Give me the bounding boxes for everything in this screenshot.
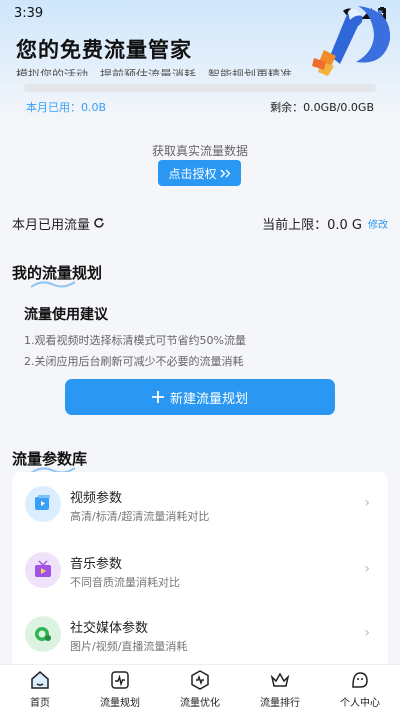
music-tv-icon: [25, 552, 61, 588]
tab-traffic-ranking[interactable]: 流量排行: [240, 665, 320, 712]
edit-limit-link[interactable]: 修改: [368, 216, 388, 231]
advice-title: 流量使用建议: [24, 307, 108, 323]
authorize-button-label: 点击授权: [168, 166, 217, 181]
new-plan-button[interactable]: 新建流量规划: [65, 379, 335, 415]
tab-home[interactable]: 首页: [0, 665, 80, 712]
monthly-limit: 当前上限：0.0 G 修改: [262, 214, 388, 233]
usage-summary: 本月已用：0.0B 剩余：0.0GB/0.0GB: [12, 78, 388, 118]
tab-label: 流量优化: [180, 697, 220, 709]
advice-line: 2.关闭应用后台刷新可减少不必要的流量消耗: [24, 355, 244, 368]
auth-label: 获取真实流量数据: [151, 144, 248, 158]
chevron-right-icon: ›: [364, 495, 370, 511]
chevron-right-icon: ›: [364, 561, 370, 577]
tab-label: 流量排行: [260, 697, 300, 709]
tab-label: 个人中心: [340, 697, 380, 709]
remaining-amount: 剩余：0.0GB/0.0GB: [270, 101, 374, 114]
list-item-social-params[interactable]: 社交媒体参数 图片/视频/直播流量消耗 ›: [12, 602, 388, 666]
hero-title: 您的免费流量管家: [16, 38, 192, 62]
title-wave-decoration: [30, 281, 76, 288]
list-item-desc: 不同音质流量消耗对比: [70, 576, 180, 589]
new-plan-button-label: 新建流量规划: [169, 391, 248, 407]
refresh-icon[interactable]: [93, 217, 105, 229]
hero-ticker: 模拟您的活动，提前预估流量消耗，智能规划更精准: [16, 68, 293, 76]
home-icon: [31, 670, 49, 689]
tab-label: 首页: [30, 697, 50, 709]
tab-label: 流量规划: [100, 697, 140, 709]
advice-line: 1.观看视频时选择标清模式可节省约50%流量: [24, 334, 246, 347]
list-item-desc: 图片/视频/直播流量消耗: [70, 640, 188, 653]
person-icon: [352, 671, 368, 688]
chevron-right-icon: ›: [364, 625, 370, 641]
tab-traffic-optimize[interactable]: 流量优化: [160, 665, 240, 712]
advice-card: 流量使用建议 1.观看视频时选择标清模式可节省约50%流量 2.关闭应用后台刷新…: [12, 292, 388, 442]
auth-section: 获取真实流量数据 点击授权: [12, 132, 388, 252]
monthly-used: 本月已用流量: [12, 214, 105, 233]
monthly-limit-label: 当前上限：0.0 G: [262, 217, 362, 233]
authorize-button[interactable]: 点击授权: [158, 160, 241, 186]
tab-profile[interactable]: 个人中心: [320, 665, 400, 712]
list-item-title: 社交媒体参数: [70, 621, 149, 636]
chart-icon: [111, 670, 129, 689]
tab-traffic-plan[interactable]: 流量规划: [80, 665, 160, 712]
gauge-icon: [191, 669, 209, 690]
video-icon: [25, 486, 61, 522]
plus-icon: [151, 391, 164, 403]
used-amount: 本月已用：0.0B: [26, 101, 107, 114]
double-chevron-icon: [220, 169, 230, 177]
bottom-tab-bar: 首页 流量规划 流量优化 流量排行 个人中心: [0, 664, 400, 712]
parameter-library-list: 视频参数 高清/标清/超清流量消耗对比 › 音乐参数 不同音质流量消耗对比 › …: [12, 472, 388, 668]
usage-progress-bar: [24, 84, 376, 92]
list-item-video-params[interactable]: 视频参数 高清/标清/超清流量消耗对比 ›: [12, 472, 388, 536]
crown-icon: [270, 671, 290, 687]
social-icon: [25, 616, 61, 652]
monthly-used-label: 本月已用流量: [12, 217, 91, 233]
list-item-music-params[interactable]: 音乐参数 不同音质流量消耗对比 ›: [12, 538, 388, 602]
status-time: 3:39: [14, 5, 44, 21]
monthly-usage-row: 本月已用流量 当前上限：0.0 G 修改: [12, 212, 388, 234]
list-item-desc: 高清/标清/超清流量消耗对比: [70, 510, 210, 523]
list-item-title: 音乐参数: [70, 557, 123, 572]
list-item-title: 视频参数: [70, 491, 123, 506]
